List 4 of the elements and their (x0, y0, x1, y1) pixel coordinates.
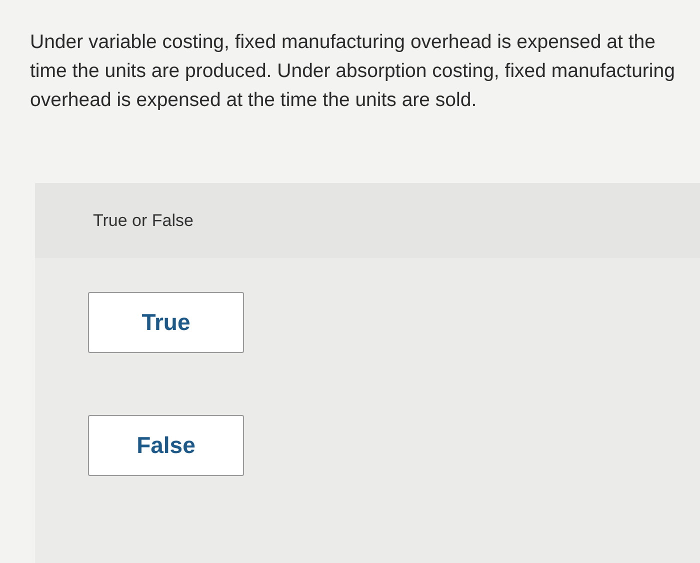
answer-option-button[interactable]: True (88, 292, 244, 353)
answer-option-button[interactable]: False (88, 415, 244, 476)
prompt-text: True or False (93, 210, 194, 230)
question-text: Under variable costing, fixed manufacturing overhead is expensed at the time the units are produced. Under absorption costing, fixed manufacturing overhead is expensed at the time the units are sold. (30, 30, 676, 113)
